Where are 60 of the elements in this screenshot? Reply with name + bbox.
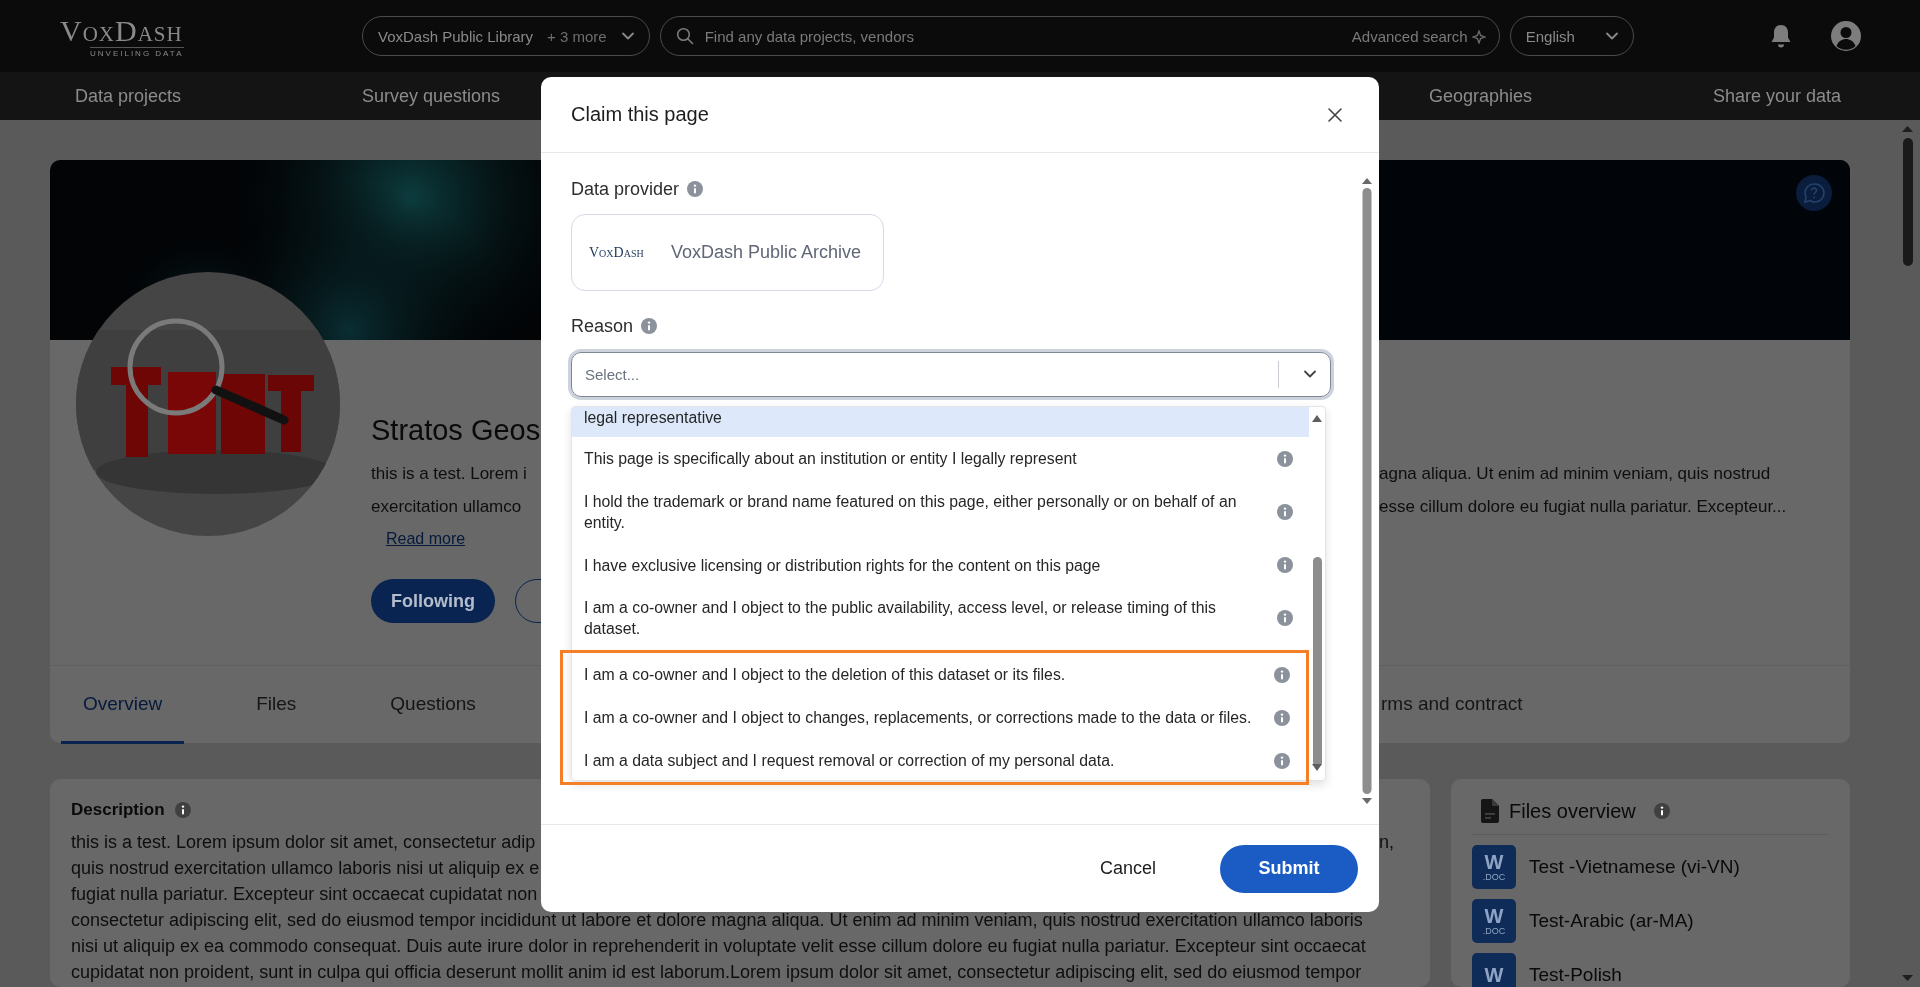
nav-link[interactable]: Share your data bbox=[1713, 85, 1842, 107]
info-icon bbox=[174, 802, 191, 818]
document-icon: W bbox=[1472, 953, 1516, 987]
tab[interactable]: Files bbox=[234, 666, 319, 744]
search-icon bbox=[675, 27, 694, 45]
nav-link[interactable]: Data projects bbox=[75, 85, 182, 107]
reason-option[interactable]: legal representative bbox=[572, 407, 1309, 437]
reason-option[interactable]: I am a data subject and I request removal or correction of my personal data. bbox=[572, 739, 1306, 782]
file-name[interactable]: Test -Vietnamese (vi-VN) bbox=[1529, 856, 1740, 878]
info-icon bbox=[1274, 752, 1290, 769]
nav-link[interactable]: Geographies bbox=[1429, 85, 1533, 107]
info-icon bbox=[1277, 610, 1293, 627]
tab[interactable]: Overview bbox=[61, 666, 185, 744]
read-more-link[interactable]: Read more bbox=[386, 528, 466, 550]
section-title: Files overview bbox=[1509, 799, 1636, 823]
dialog-title: Claim this page bbox=[571, 103, 709, 126]
description-text: consectetur adipiscing elit, sed do eiusmod tempor incididunt ut labore et dolore magna aliqua. Ut enim ad minim veniam, quis nostrud exercitation ullamco laboris bbox=[71, 909, 1363, 932]
advanced-search-link[interactable]: Advanced search bbox=[1351, 28, 1486, 45]
section-title: Description bbox=[71, 799, 165, 821]
project-title: Stratos Geos bbox=[371, 413, 541, 448]
description-text: cupidatat non proident, sunt in culpa qui officia deserunt mollit anim id est laborum.Lorem ipsum dolor sit amet, consectetur adipiscing elit, sed do eiusmod tempor bbox=[71, 961, 1362, 984]
info-icon bbox=[1274, 666, 1290, 683]
logo: VoxDash bbox=[60, 14, 183, 47]
tagline: UNVEILING DATA bbox=[90, 46, 184, 58]
cancel-button[interactable]: Cancel bbox=[1093, 857, 1162, 880]
document-icon: W .DOC bbox=[1472, 899, 1516, 943]
submit-button[interactable]: Submit bbox=[1220, 844, 1358, 893]
info-icon bbox=[1274, 709, 1290, 726]
tab[interactable]: rms and contract bbox=[1381, 666, 1545, 744]
nav-link[interactable]: Survey questions bbox=[362, 85, 501, 107]
description-text: nisi ut aliquip ex ea commodo consequat. Duis aute irure dolor in reprehenderit in voluptate velit esse cillum dolore eu fugiat nulla pariatur. Excepteur sint occaecat bbox=[71, 935, 1366, 958]
document-icon: W .DOC bbox=[1472, 845, 1516, 889]
reason-option[interactable]: I hold the trademark or brand name featured on this page, either personally or on behalf of an entity. bbox=[572, 480, 1309, 544]
info-icon bbox=[1277, 503, 1293, 520]
info-icon bbox=[1277, 450, 1293, 467]
reason-select[interactable]: Select... bbox=[571, 352, 1331, 397]
close-icon[interactable] bbox=[1327, 106, 1343, 123]
description-text: quis nostrud exercitation ullamco laboris nisi ut aliquip ex e bbox=[71, 857, 540, 880]
summary-text: this is a test. Lorem i bbox=[371, 463, 527, 485]
reason-option[interactable]: I am a co-owner and I object to changes, replacements, or corrections made to the data or files. bbox=[572, 696, 1306, 739]
description-text: n, bbox=[1379, 831, 1394, 854]
file-name[interactable]: Test-Polish bbox=[1529, 964, 1622, 986]
user-icon[interactable] bbox=[1830, 20, 1862, 52]
info-icon bbox=[1277, 557, 1293, 573]
bell-icon[interactable] bbox=[1769, 23, 1793, 49]
file-name[interactable]: Test-Arabic (ar-MA) bbox=[1529, 910, 1694, 932]
sparkle-icon bbox=[1471, 29, 1486, 44]
summary-text: esse cillum dolore eu fugiat nulla pariatur. Excepteur... bbox=[1379, 496, 1787, 518]
file-icon bbox=[1481, 799, 1499, 823]
description-text: fugiat nulla pariatur. Excepteur sint occaecat cupidatat non bbox=[71, 883, 538, 906]
reason-option[interactable]: This page is specifically about an institution or entity I legally represent bbox=[572, 437, 1309, 480]
following-button[interactable]: Following bbox=[371, 579, 495, 623]
description-text: this is a test. Lorem ipsum dolor sit amet, consectetur adip bbox=[71, 831, 536, 854]
summary-text: agna aliqua. Ut enim ad minim veniam, quis nostrud bbox=[1379, 463, 1771, 485]
reason-option[interactable]: I am a co-owner and I object to the public availability, access level, or release timing of this dataset. bbox=[572, 586, 1309, 650]
summary-text: exercitation ullamco bbox=[371, 496, 522, 518]
reason-option[interactable]: I am a co-owner and I object to the deletion of this dataset or its files. bbox=[572, 653, 1306, 696]
reason-option[interactable]: I have exclusive licensing or distribution rights for the content on this page bbox=[572, 543, 1309, 587]
info-icon bbox=[1653, 803, 1670, 819]
tab[interactable]: Questions bbox=[368, 666, 498, 744]
